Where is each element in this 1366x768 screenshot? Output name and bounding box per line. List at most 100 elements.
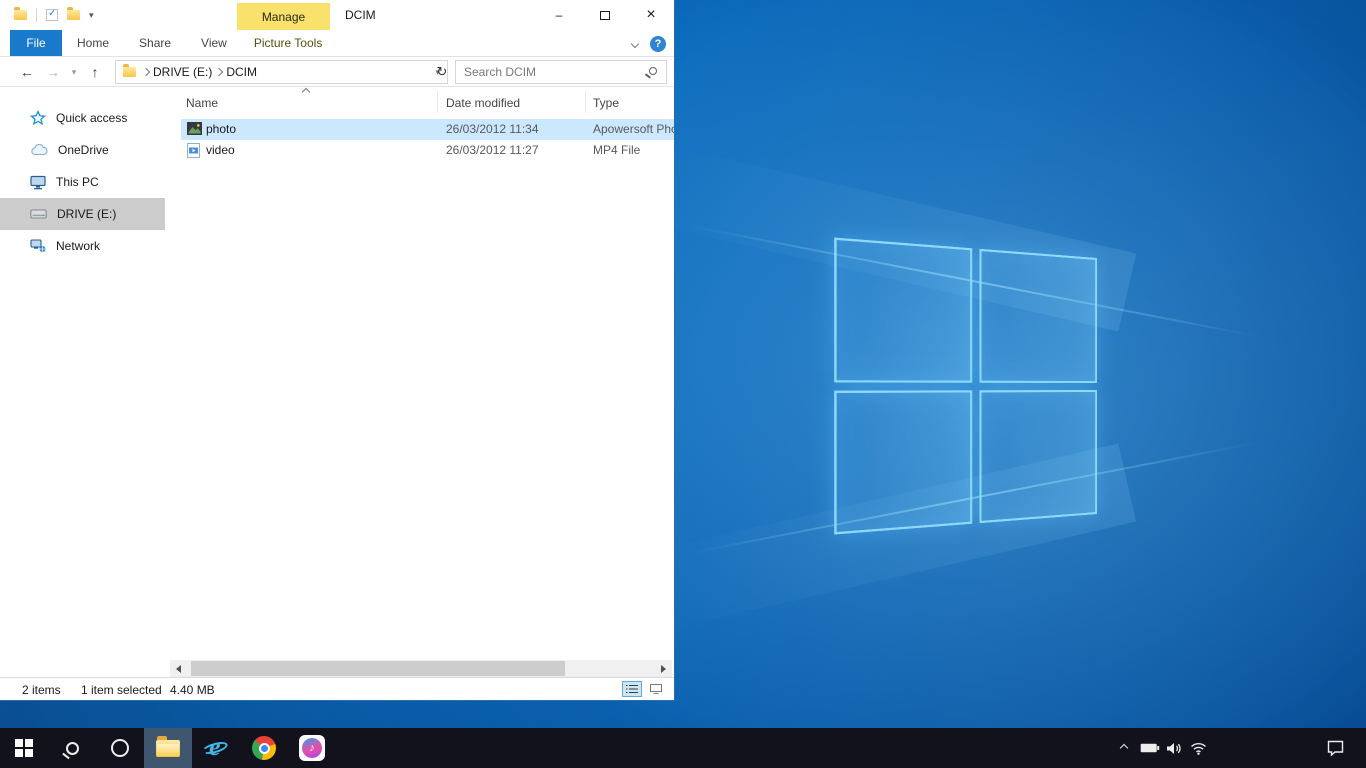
sidebar-item-network[interactable]: Network [0,230,165,262]
column-header-name[interactable]: Name [186,96,218,110]
window-title: DCIM [345,0,376,30]
taskbar-chrome[interactable] [240,728,288,768]
search-icon [66,742,79,755]
qat-new-folder-icon[interactable] [67,10,80,20]
scroll-right-arrow[interactable] [655,660,672,677]
ribbon-tab-bar: File Home Share View Picture Tools ? [0,30,674,57]
star-icon [30,110,46,126]
item-count: 2 items [22,683,61,697]
sidebar-item-onedrive[interactable]: OneDrive [0,134,165,166]
close-icon: × [646,6,655,24]
qat-properties-icon[interactable] [46,9,58,21]
taskbar-internet-explorer[interactable]: e [192,728,240,768]
address-bar-row: ← → ▾ ↑ DRIVE (E:) DCIM ▾ ↻ [0,57,674,87]
tab-file[interactable]: File [10,30,62,56]
cortana-button[interactable] [96,728,144,768]
close-button[interactable]: × [628,0,674,30]
network-icon [30,239,46,253]
scrollbar-thumb[interactable] [191,661,565,676]
back-button[interactable]: ← [14,64,40,80]
manage-contextual-tab[interactable]: Manage [237,3,330,30]
taskbar-search-button[interactable] [48,728,96,768]
up-button[interactable]: ↑ [82,64,108,80]
search-input[interactable] [456,61,636,83]
minimize-button[interactable]: – [536,0,582,30]
selection-count: 1 item selected [81,683,162,697]
large-icons-view-icon [650,684,662,694]
selection-size: 4.40 MB [170,683,215,697]
tab-picture-tools[interactable]: Picture Tools [242,30,334,56]
sidebar-item-quick-access[interactable]: Quick access [0,102,165,134]
ribbon-right-controls: ? [632,30,666,57]
explorer-window-icon [14,10,27,20]
tray-show-hidden-icons[interactable] [1114,728,1134,768]
tray-network[interactable] [1186,728,1210,768]
left-triangle-icon [176,665,181,673]
file-row-photo[interactable]: photo 26/03/2012 11:34 Apowersoft Pho [181,119,674,140]
breadcrumb-folder-icon [123,67,136,77]
taskbar-file-explorer[interactable] [144,728,192,768]
sidebar-item-label: This PC [56,175,99,189]
search-box [455,60,667,84]
breadcrumb-current[interactable]: DCIM [222,65,261,79]
quick-access-toolbar: ▾ [14,0,94,30]
sidebar-item-this-pc[interactable]: This PC [0,166,165,198]
start-button[interactable] [0,728,48,768]
file-name: photo [206,122,236,136]
column-divider[interactable] [437,91,438,113]
monitor-icon [30,175,46,190]
sidebar-item-drive-e[interactable]: DRIVE (E:) [0,198,165,230]
file-row-video[interactable]: video 26/03/2012 11:27 MP4 File [181,140,674,161]
file-explorer-window: ▾ Manage DCIM – × File Home Share View P… [0,0,675,701]
expand-ribbon-icon[interactable] [631,39,639,47]
column-divider[interactable] [585,91,586,113]
navigation-buttons: ← → ▾ ↑ [14,57,108,87]
action-center-button[interactable] [1322,728,1348,768]
cloud-icon [30,143,48,157]
maximize-button[interactable] [582,0,628,30]
cortana-icon [111,739,129,757]
details-view-icon [626,684,638,694]
action-center-icon [1326,739,1345,757]
search-icon [649,67,657,75]
file-type: MP4 File [593,143,640,157]
file-date-modified: 26/03/2012 11:27 [446,143,539,157]
forward-button[interactable]: → [40,64,66,80]
scroll-left-arrow[interactable] [170,660,187,677]
sidebar-item-label: DRIVE (E:) [57,207,116,221]
right-triangle-icon [661,665,666,673]
breadcrumb-drive[interactable]: DRIVE (E:) [149,65,216,79]
file-type: Apowersoft Pho [593,122,674,136]
column-header-type[interactable]: Type [593,96,619,110]
tab-home[interactable]: Home [62,30,124,56]
tab-view[interactable]: View [186,30,242,56]
horizontal-scrollbar[interactable] [170,660,672,677]
maximize-icon [600,11,610,20]
itunes-icon: ♪ [299,735,325,761]
help-icon[interactable]: ? [650,36,666,52]
video-file-icon [187,143,200,158]
music-note-icon: ♪ [302,738,322,758]
file-date-modified: 26/03/2012 11:34 [446,122,539,136]
battery-icon [1140,742,1160,754]
tray-volume[interactable] [1162,728,1186,768]
file-explorer-icon [156,740,180,757]
drive-icon [30,208,47,220]
taskbar-itunes[interactable]: ♪ [288,728,336,768]
internet-explorer-icon: e [202,734,230,762]
tray-battery[interactable] [1138,728,1162,768]
tab-share[interactable]: Share [124,30,186,56]
sidebar-item-label: Network [56,239,100,253]
details-view-button[interactable] [622,681,642,697]
qat-customize-dropdown-icon[interactable]: ▾ [89,10,94,21]
explorer-body: Quick access OneDrive This PC DRIVE (E:)… [0,87,674,677]
large-icons-view-button[interactable] [646,681,666,697]
speaker-icon [1166,741,1183,756]
recent-locations-dropdown-icon[interactable]: ▾ [66,67,82,78]
desktop: ▾ Manage DCIM – × File Home Share View P… [0,0,1366,768]
column-headers: Name Date modified Type [165,87,674,117]
address-breadcrumb[interactable]: DRIVE (E:) DCIM ▾ [115,60,448,84]
navigation-pane: Quick access OneDrive This PC DRIVE (E:)… [0,87,165,677]
refresh-button[interactable]: ↻ [429,60,455,84]
column-header-date-modified[interactable]: Date modified [446,96,520,110]
